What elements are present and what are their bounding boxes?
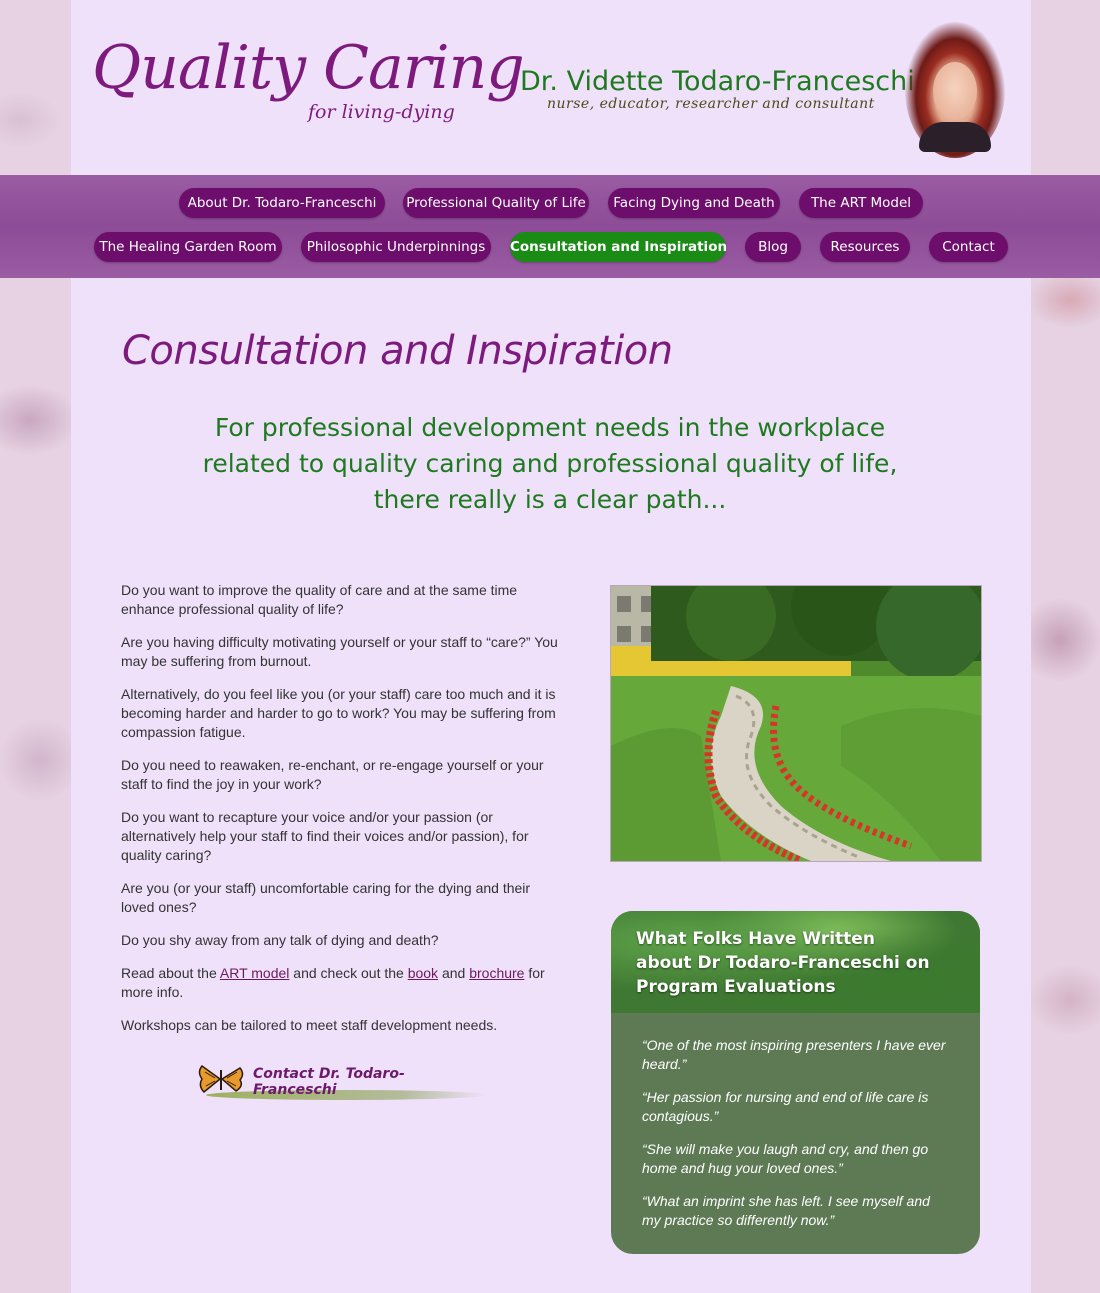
doctor-role: nurse, educator, researcher and consulta…: [547, 96, 875, 112]
tagline-line-3: there really is a clear path...: [373, 485, 727, 514]
main-navigation: About Dr. Todaro-Franceschi Professional…: [0, 175, 1100, 278]
paragraph: Alternatively, do you feel like you (or …: [121, 686, 556, 740]
testimonial-quote: “What an imprint she has left. I see mys…: [642, 1193, 930, 1228]
nav-about[interactable]: About Dr. Todaro-Franceschi: [179, 188, 385, 218]
butterfly-icon: [198, 1064, 244, 1094]
testimonials-box: What Folks Have Written about Dr Todaro-…: [611, 911, 980, 1254]
tagline: For professional development needs in th…: [200, 410, 900, 518]
paragraph: Do you need to reawaken, re-enchant, or …: [121, 757, 544, 792]
testimonial-quote: “She will make you laugh and cry, and th…: [642, 1141, 929, 1176]
portrait-shoulders: [919, 122, 991, 152]
contact-button[interactable]: Contact Dr. Todaro-Franceschi: [196, 1060, 488, 1110]
nav-facing-dying-and-death[interactable]: Facing Dying and Death: [608, 188, 780, 218]
contact-button-label: Contact Dr. Todaro-Franceschi: [253, 1066, 405, 1098]
site-logo-title[interactable]: Quality Caring: [92, 38, 525, 98]
workshops-paragraph: Workshops can be tailored to meet staff …: [121, 1017, 498, 1033]
paragraph: Do you want to recapture your voice and/…: [121, 809, 529, 863]
testimonial-quote: “Her passion for nursing and end of life…: [642, 1089, 929, 1124]
nav-resources[interactable]: Resources: [820, 232, 910, 262]
testimonial-quote: “One of the most inspiring presenters I …: [642, 1037, 946, 1072]
read-about-mid1: and check out the: [289, 965, 408, 981]
page-title: Consultation and Inspiration: [122, 328, 673, 374]
nav-blog[interactable]: Blog: [745, 232, 801, 262]
testimonials-title: What Folks Have Written about Dr Todaro-…: [636, 929, 930, 997]
portrait-face: [933, 62, 977, 120]
art-model-link[interactable]: ART model: [220, 965, 290, 981]
site-logo-subtitle: for living-dying: [308, 101, 455, 123]
nav-art-model[interactable]: The ART Model: [799, 188, 923, 218]
nav-philosophic-underpinnings[interactable]: Philosophic Underpinnings: [301, 232, 491, 262]
paragraph: Do you want to improve the quality of ca…: [121, 582, 518, 617]
paragraph: Do you shy away from any talk of dying a…: [121, 932, 439, 948]
testimonials-header: What Folks Have Written about Dr Todaro-…: [611, 911, 980, 1013]
paragraph: Are you having difficulty motivating you…: [121, 634, 558, 669]
nav-contact[interactable]: Contact: [929, 232, 1008, 262]
tagline-line-1: For professional development needs in th…: [214, 413, 886, 442]
read-about-prefix: Read about the: [121, 965, 220, 981]
nav-professional-quality-of-life[interactable]: Professional Quality of Life: [403, 188, 589, 218]
read-about-mid2: and: [438, 965, 470, 981]
read-about-paragraph: Read about the ART model and check out t…: [121, 964, 566, 1002]
book-link[interactable]: book: [408, 965, 438, 981]
tagline-line-2: related to quality caring and profession…: [202, 449, 898, 478]
healing-garden-photo: [610, 585, 982, 862]
body-text: Do you want to improve the quality of ca…: [121, 581, 566, 1049]
testimonials-quotes: “One of the most inspiring presenters I …: [642, 1036, 952, 1244]
paragraph: Are you (or your staff) uncomfortable ca…: [121, 880, 531, 915]
doctor-portrait: [905, 22, 1005, 158]
nav-healing-garden-room[interactable]: The Healing Garden Room: [94, 232, 282, 262]
doctor-name: Dr. Vidette Todaro-Franceschi: [520, 66, 915, 97]
brochure-link[interactable]: brochure: [469, 965, 524, 981]
nav-consultation-and-inspiration[interactable]: Consultation and Inspiration: [510, 232, 727, 262]
